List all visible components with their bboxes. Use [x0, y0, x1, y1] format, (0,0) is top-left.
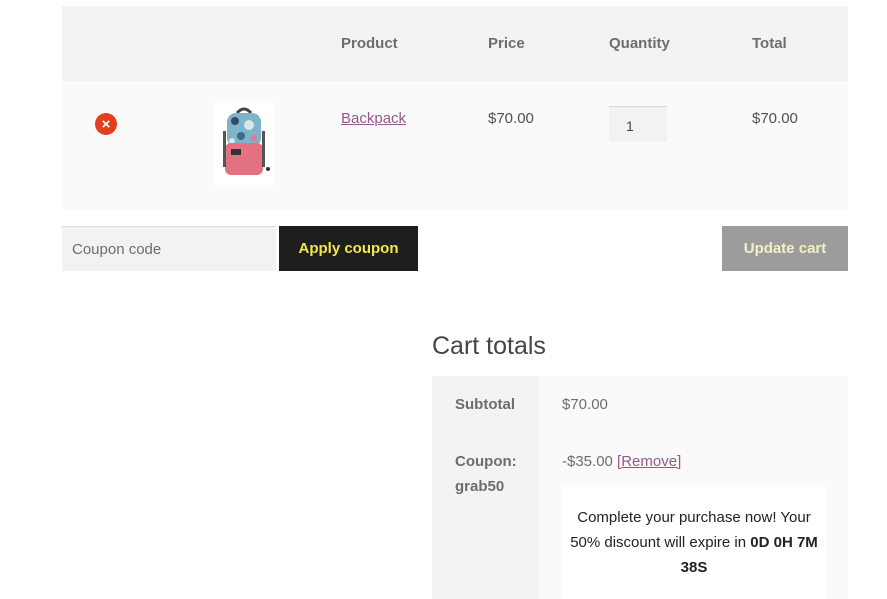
cart-item-row: × Backpack $70.00 1 $70.00 [62, 81, 848, 210]
item-price: $70.00 [488, 110, 534, 127]
coupon-value-cell: -$35.00 [Remove] Complete your purchase … [539, 433, 848, 599]
subtotal-label-cell: Subtotal [432, 376, 539, 433]
header-price: Price [488, 35, 525, 52]
coupon-label-cell: Coupon: grab50 [432, 433, 539, 599]
apply-coupon-button[interactable]: Apply coupon [279, 226, 418, 271]
item-total: $70.00 [752, 110, 798, 127]
coupon-discount: -$35.00 [Remove] [562, 453, 681, 470]
remove-item-icon[interactable]: × [95, 113, 117, 135]
product-link-backpack[interactable]: Backpack [341, 110, 406, 127]
cart-page: Product Price Quantity Total × Backpack … [0, 0, 887, 599]
remove-coupon-link[interactable]: [Remove] [617, 453, 681, 470]
quantity-input[interactable] [609, 106, 667, 142]
coupon-label: Coupon: [455, 453, 517, 470]
coupon-discount-value: -$35.00 [562, 453, 613, 470]
coupon-code-label: grab50 [455, 478, 505, 495]
cart-totals-title: Cart totals [432, 332, 546, 360]
update-cart-button[interactable]: Update cart [722, 226, 848, 271]
subtotal-value-cell: $70.00 [539, 376, 848, 433]
coupon-code-input[interactable] [62, 226, 276, 271]
subtotal-value: $70.00 [562, 396, 608, 413]
discount-expiry-notice: Complete your purchase now! Your 50% dis… [562, 485, 826, 599]
header-quantity: Quantity [609, 35, 670, 52]
header-product: Product [341, 35, 398, 52]
backpack-image[interactable] [213, 103, 275, 185]
subtotal-label: Subtotal [455, 396, 515, 413]
cart-totals-table: Subtotal $70.00 Coupon: grab50 -$35.00 [… [432, 376, 848, 599]
cart-table-header: Product Price Quantity Total [62, 6, 848, 81]
cart-table: Product Price Quantity Total × Backpack … [62, 6, 848, 210]
header-total: Total [752, 35, 787, 52]
